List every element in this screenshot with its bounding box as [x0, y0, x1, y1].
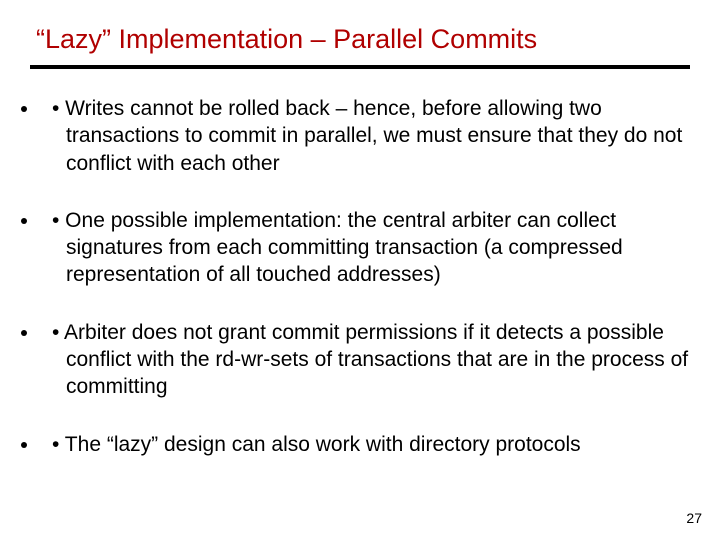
- bullet-item: • Writes cannot be rolled back – hence, …: [40, 95, 690, 177]
- bullet-item: • The “lazy” design can also work with d…: [40, 431, 690, 458]
- title-rule: [30, 65, 690, 69]
- page-number: 27: [686, 510, 702, 526]
- bullet-item: • Arbiter does not grant commit permissi…: [40, 319, 690, 401]
- slide-title: “Lazy” Implementation – Parallel Commits: [30, 24, 690, 55]
- bullet-list: • Writes cannot be rolled back – hence, …: [30, 95, 690, 458]
- slide: “Lazy” Implementation – Parallel Commits…: [0, 0, 720, 540]
- bullet-item: • One possible implementation: the centr…: [40, 207, 690, 289]
